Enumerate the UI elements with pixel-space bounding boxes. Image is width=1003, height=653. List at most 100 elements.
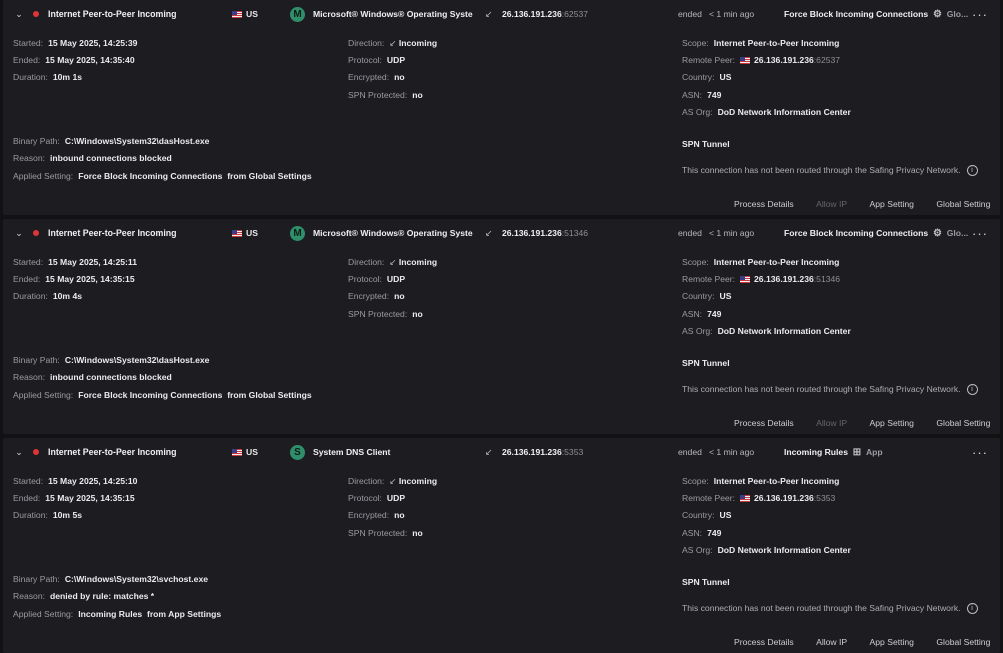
direction-text: Incoming	[398, 476, 438, 486]
remote-ip: 26.136.191.236	[502, 447, 562, 457]
allow-ip-button[interactable]: Allow IP	[816, 199, 847, 209]
info-icon[interactable]: i	[966, 165, 978, 176]
chevron-down-icon[interactable]: ⌄	[12, 219, 26, 248]
applied-setting-label: Applied Setting:	[13, 171, 74, 181]
ended-value: 15 May 2025, 14:35:15	[45, 493, 135, 503]
process-avatar: M	[290, 226, 305, 241]
more-options-icon[interactable]: ···	[972, 0, 988, 29]
country-label: Country:	[682, 510, 715, 520]
verdict: Force Block Incoming Connections ⚙ Glo..…	[784, 219, 968, 248]
remote-peer-label: Remote Peer:	[682, 493, 736, 503]
applied-setting-value: Force Block Incoming Connections	[78, 171, 223, 181]
connection-header[interactable]: ⌄ Internet Peer-to-Peer Incoming US M Mi…	[3, 219, 1000, 248]
more-options-icon[interactable]: ···	[972, 438, 988, 467]
global-setting-button[interactable]: Global Setting	[936, 418, 990, 428]
app-setting-button[interactable]: App Setting	[870, 199, 914, 209]
asn-value: 749	[707, 528, 722, 538]
verdict: Force Block Incoming Connections ⚙ Glo..…	[784, 0, 968, 29]
direction-label: Direction:	[348, 38, 385, 48]
direction-label: Direction:	[348, 257, 385, 267]
connection-scope: Internet Peer-to-Peer Incoming	[48, 228, 177, 238]
as-org-value: DoD Network Information Center	[717, 326, 851, 336]
chevron-down-icon[interactable]: ⌄	[12, 0, 26, 29]
info-icon[interactable]: i	[966, 603, 978, 614]
encrypted-label: Encrypted:	[348, 72, 390, 82]
spn-tunnel-title: SPN Tunnel	[682, 358, 730, 368]
country-badge: US	[232, 0, 258, 29]
asn-label: ASN:	[682, 90, 703, 100]
reason-label: Reason:	[13, 372, 46, 382]
connection-actions: Process Details Allow IP App Setting Glo…	[734, 418, 990, 428]
duration-value: 10m 1s	[52, 72, 83, 82]
remote-peer-value: 26.136.191.236:51346	[740, 274, 840, 284]
connection-header[interactable]: ⌄ Internet Peer-to-Peer Incoming US S Sy…	[3, 438, 1000, 467]
connection-scope: Internet Peer-to-Peer Incoming	[48, 9, 177, 19]
duration-label: Duration:	[13, 72, 48, 82]
us-flag-icon	[740, 276, 751, 283]
blocked-status-dot	[33, 11, 39, 17]
connection-list: ⌄ Internet Peer-to-Peer Incoming US M Mi…	[0, 0, 1003, 653]
remote-peer-value: 26.136.191.236:5353	[740, 493, 835, 503]
us-flag-icon	[232, 11, 242, 18]
allow-ip-button[interactable]: Allow IP	[816, 637, 847, 647]
global-setting-button[interactable]: Global Setting	[936, 199, 990, 209]
blocked-status-dot	[33, 230, 39, 236]
applied-setting-source: from Global Settings	[227, 171, 312, 181]
blocked-status-dot	[33, 449, 39, 455]
started-value: 15 May 2025, 14:25:11	[48, 257, 137, 267]
started-label: Started:	[13, 38, 44, 48]
connection-card: ⌄ Internet Peer-to-Peer Incoming US M Mi…	[3, 0, 1000, 215]
process-name: Microsoft® Windows® Operating System	[313, 9, 473, 19]
remote-peer-ip: 26.136.191.236	[754, 493, 814, 503]
spn-protected-label: SPN Protected:	[348, 528, 408, 538]
scope-value: Internet Peer-to-Peer Incoming	[713, 476, 840, 486]
chevron-down-icon[interactable]: ⌄	[12, 438, 26, 467]
as-org-label: AS Org:	[682, 107, 713, 117]
protocol-value: UDP	[386, 493, 406, 503]
process-details-button[interactable]: Process Details	[734, 637, 794, 647]
verdict-source: Glo...	[946, 9, 969, 19]
spn-tunnel-note: This connection has not been routed thro…	[682, 165, 961, 175]
spn-protected-value: no	[412, 528, 423, 538]
connection-header[interactable]: ⌄ Internet Peer-to-Peer Incoming US M Mi…	[3, 0, 1000, 29]
asn-label: ASN:	[682, 528, 703, 538]
protocol-value: UDP	[386, 274, 406, 284]
binary-path-value: C:\Windows\System32\svchost.exe	[64, 574, 209, 584]
reason-label: Reason:	[13, 591, 46, 601]
applied-setting-value: Incoming Rules	[78, 609, 143, 619]
connection-details: Started: 15 May 2025, 14:25:10 Ended: 15 M…	[3, 467, 1000, 653]
reason-value: inbound connections blocked	[50, 372, 172, 382]
incoming-arrow-icon: ↙	[389, 257, 397, 267]
scope-label: Scope:	[682, 476, 709, 486]
info-icon[interactable]: i	[966, 384, 978, 395]
applied-setting-source: from App Settings	[146, 609, 222, 619]
more-options-icon[interactable]: ···	[972, 219, 988, 248]
ended-time-label: Ended:	[13, 55, 41, 65]
remote-peer-port: :5353	[813, 493, 836, 503]
duration-value: 10m 5s	[52, 510, 83, 520]
asn-value: 749	[707, 309, 722, 319]
process-details-button[interactable]: Process Details	[734, 418, 794, 428]
app-setting-button[interactable]: App Setting	[870, 418, 914, 428]
process-details-button[interactable]: Process Details	[734, 199, 794, 209]
remote-ip: 26.136.191.236	[502, 9, 562, 19]
us-flag-icon	[740, 57, 751, 64]
remote-port: :62537	[561, 9, 589, 19]
reason-value: denied by rule: matches *	[50, 591, 155, 601]
allow-ip-button[interactable]: Allow IP	[816, 418, 847, 428]
scope-value: Internet Peer-to-Peer Incoming	[713, 38, 840, 48]
protocol-label: Protocol:	[348, 55, 382, 65]
country-code: US	[246, 228, 258, 238]
app-setting-button[interactable]: App Setting	[870, 637, 914, 647]
scope-label: Scope:	[682, 257, 709, 267]
duration-value: 10m 4s	[52, 291, 83, 301]
remote-address: 26.136.191.236:62537	[502, 0, 588, 29]
ended-ago: < 1 min ago	[709, 447, 755, 457]
incoming-arrow-icon: ↙	[389, 38, 397, 48]
incoming-arrow-icon: ↙	[389, 476, 397, 486]
global-setting-button[interactable]: Global Setting	[936, 637, 990, 647]
as-org-label: AS Org:	[682, 545, 713, 555]
reason-value: inbound connections blocked	[50, 153, 172, 163]
ended-time-label: Ended:	[13, 274, 41, 284]
as-org-value: DoD Network Information Center	[717, 107, 851, 117]
